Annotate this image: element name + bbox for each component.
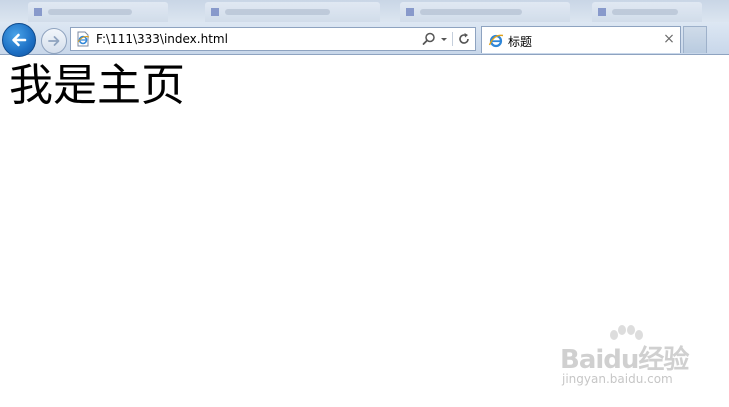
background-tab[interactable] <box>205 2 380 22</box>
page-heading: 我是主页 <box>9 60 185 111</box>
ie-page-icon <box>77 31 90 47</box>
watermark-site: jingyan.baidu.com <box>562 372 673 386</box>
watermark: Baidu经验 jingyan.baidu.com <box>560 325 700 395</box>
background-tab[interactable] <box>400 2 570 22</box>
address-tools <box>422 31 471 47</box>
watermark-logo: Baidu经验 <box>560 345 689 375</box>
browser-window: F:\111\333\index.html 标题 × 我是主页 Baidu经验 … <box>0 0 729 407</box>
back-button[interactable] <box>2 23 36 57</box>
address-url[interactable]: F:\111\333\index.html <box>96 32 228 46</box>
address-bar[interactable]: F:\111\333\index.html <box>70 27 476 51</box>
forward-button[interactable] <box>41 28 67 54</box>
background-tab[interactable] <box>592 2 702 22</box>
address-tools-separator <box>452 32 453 46</box>
refresh-icon[interactable] <box>457 32 471 46</box>
navigation-toolbar: F:\111\333\index.html 标题 × <box>0 22 729 57</box>
tab-title: 标题 <box>508 35 533 49</box>
tab-active[interactable]: 标题 × <box>481 26 681 53</box>
search-icon[interactable] <box>422 32 436 46</box>
ie-logo-icon <box>488 34 504 48</box>
back-arrow-icon <box>12 33 27 47</box>
background-tab[interactable] <box>28 2 168 22</box>
tab-close-button[interactable]: × <box>662 32 676 46</box>
new-tab-button[interactable] <box>683 26 707 53</box>
dropdown-icon[interactable] <box>440 32 448 46</box>
forward-arrow-icon <box>48 36 60 46</box>
